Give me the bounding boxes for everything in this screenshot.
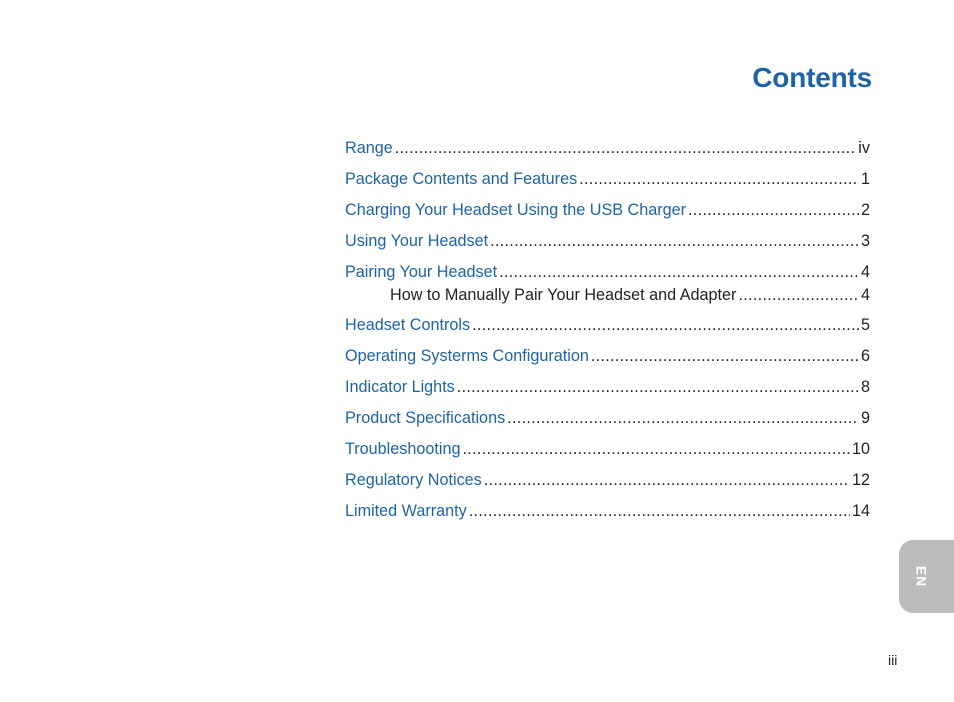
toc-entry-page: 3 — [860, 232, 870, 250]
toc-entry-range[interactable]: Range iv — [345, 138, 870, 169]
toc-entry-page: 4 — [860, 286, 870, 304]
toc-entry-page: 6 — [860, 347, 870, 365]
toc-entry-page: 2 — [860, 201, 870, 219]
toc-entry-charging[interactable]: Charging Your Headset Using the USB Char… — [345, 200, 870, 231]
toc-entry-page: 14 — [851, 502, 870, 520]
toc-entry-page: iv — [858, 139, 870, 157]
toc-entry-label: Pairing Your Headset — [345, 263, 498, 281]
dot-leader — [490, 231, 859, 251]
toc-entry-headset-controls[interactable]: Headset Controls 5 — [345, 315, 870, 346]
toc-entry-page: 5 — [860, 316, 870, 334]
toc-entry-label: Operating Systerms Configuration — [345, 347, 589, 365]
toc-entry-label: Troubleshooting — [345, 440, 461, 458]
toc-entry-page: 8 — [860, 378, 870, 396]
toc-entry-troubleshooting[interactable]: Troubleshooting 10 — [345, 439, 870, 470]
dot-leader — [738, 285, 859, 305]
toc-entry-label: Range — [345, 139, 393, 157]
toc-entry-using-headset[interactable]: Using Your Headset 3 — [345, 231, 870, 262]
toc-entry-label: Headset Controls — [345, 316, 471, 334]
toc-entry-os-configuration[interactable]: Operating Systerms Configuration 6 — [345, 346, 870, 377]
toc-entry-regulatory-notices[interactable]: Regulatory Notices 12 — [345, 470, 870, 501]
language-tab[interactable]: EN — [899, 540, 954, 613]
toc-entry-page: 10 — [851, 440, 870, 458]
dot-leader — [472, 315, 859, 335]
toc-entry-page: 12 — [851, 471, 870, 489]
toc-entry-label: Product Specifications — [345, 409, 506, 427]
language-tab-label: EN — [914, 565, 930, 588]
dot-leader — [469, 501, 850, 521]
toc-entry-product-specifications[interactable]: Product Specifications 9 — [345, 408, 870, 439]
toc-entry-indicator-lights[interactable]: Indicator Lights 8 — [345, 377, 870, 408]
toc-entry-label: How to Manually Pair Your Headset and Ad… — [390, 286, 737, 304]
toc-entry-label: Using Your Headset — [345, 232, 489, 250]
table-of-contents: Range iv Package Contents and Features 1… — [345, 138, 870, 532]
toc-entry-label: Package Contents and Features — [345, 170, 578, 188]
toc-entry-label: Regulatory Notices — [345, 471, 482, 489]
dot-leader — [484, 470, 850, 490]
dot-leader — [499, 262, 859, 282]
toc-subentry-manual-pairing[interactable]: How to Manually Pair Your Headset and Ad… — [345, 285, 870, 315]
toc-entry-page: 9 — [860, 409, 870, 427]
toc-entry-page: 1 — [860, 170, 870, 188]
dot-leader — [688, 200, 859, 220]
dot-leader — [591, 346, 859, 366]
page-title: Contents — [752, 62, 872, 93]
toc-entry-pairing[interactable]: Pairing Your Headset 4 — [345, 262, 870, 285]
dot-leader — [507, 408, 859, 428]
toc-entry-label: Charging Your Headset Using the USB Char… — [345, 201, 687, 219]
toc-entry-page: 4 — [860, 263, 870, 281]
dot-leader — [457, 377, 859, 397]
dot-leader — [463, 439, 850, 459]
dot-leader — [579, 169, 859, 189]
toc-entry-label: Indicator Lights — [345, 378, 455, 396]
page-number: iii — [888, 652, 898, 668]
dot-leader — [395, 138, 857, 158]
toc-entry-limited-warranty[interactable]: Limited Warranty 14 — [345, 501, 870, 532]
toc-entry-label: Limited Warranty — [345, 502, 467, 520]
toc-entry-package-contents[interactable]: Package Contents and Features 1 — [345, 169, 870, 200]
